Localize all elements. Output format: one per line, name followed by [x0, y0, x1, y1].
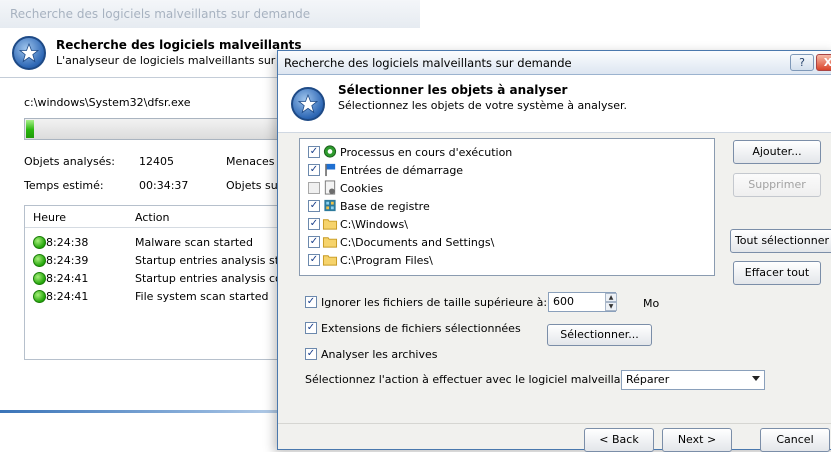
log-action: File system scan started — [135, 290, 269, 303]
suspicious-objects-label: Objets su — [226, 179, 278, 192]
dialog-header: Sélectionner les objets à analyser Sélec… — [278, 75, 831, 133]
estimated-time-label: Temps estimé: — [24, 179, 104, 192]
shield-star-icon — [12, 36, 46, 70]
archives-checkbox[interactable] — [305, 348, 317, 360]
dialog-title: Recherche des logiciels malveillants sur… — [284, 56, 572, 70]
stepper-up-icon[interactable]: ▲ — [605, 293, 617, 302]
archives-label: Analyser les archives — [321, 348, 438, 361]
threats-label: Menaces — [226, 155, 275, 168]
size-stepper[interactable]: ▲ ▼ — [605, 293, 617, 311]
estimated-time-value: 00:34:37 — [139, 179, 189, 192]
remove-button[interactable]: Supprimer — [733, 173, 821, 197]
program-files-checkbox[interactable] — [308, 254, 320, 266]
list-item-label: Cookies — [340, 182, 384, 195]
dialog-header-title: Sélectionner les objets à analyser — [338, 83, 568, 97]
log-time: 8:24:39 — [46, 254, 89, 267]
malware-action-select[interactable]: Réparer — [621, 370, 765, 390]
log-column-action[interactable]: Action — [135, 211, 169, 224]
documents-folder-checkbox[interactable] — [308, 236, 320, 248]
action-label: Sélectionnez l'action à effectuer avec l… — [305, 373, 632, 386]
dialog-titlebar[interactable]: Recherche des logiciels malveillants sur… — [278, 51, 831, 75]
success-icon — [33, 272, 46, 285]
list-item-label: C:\Program Files\ — [340, 254, 433, 267]
clear-all-button[interactable]: Effacer tout — [733, 261, 821, 285]
cookies-checkbox[interactable] — [308, 182, 320, 194]
log-time: 8:24:38 — [46, 236, 89, 249]
list-item-label: C:\Documents and Settings\ — [340, 236, 495, 249]
scanned-objects-value: 12405 — [139, 155, 174, 168]
success-icon — [33, 290, 46, 303]
log-time: 8:24:41 — [46, 272, 89, 285]
list-item-label: Entrées de démarrage — [340, 164, 464, 177]
extensions-label: Extensions de fichiers sélectionnées — [321, 322, 521, 335]
extensions-option[interactable]: Extensions de fichiers sélectionnées — [305, 321, 535, 337]
ignore-size-label: Ignorer les fichiers de taille supérieur… — [321, 296, 548, 309]
current-file-path: c:\windows\System32\dfsr.exe — [24, 96, 191, 109]
help-button[interactable]: ? — [790, 54, 814, 71]
scan-progress-fill — [26, 120, 34, 138]
extensions-checkbox[interactable] — [305, 322, 317, 334]
success-icon — [33, 236, 46, 249]
scan-objects-list[interactable]: Processus en cours d'exécution Entrées d… — [299, 138, 715, 276]
background-header-title: Recherche des logiciels malveillants — [56, 38, 302, 52]
registry-checkbox[interactable] — [308, 200, 320, 212]
folder-icon — [322, 255, 338, 266]
scan-objects-dialog: Recherche des logiciels malveillants sur… — [277, 50, 831, 452]
success-icon — [33, 254, 46, 267]
dialog-header-subtitle: Sélectionnez les objets de votre système… — [338, 99, 627, 112]
shield-star-icon — [291, 87, 325, 121]
next-button[interactable]: Next > — [662, 428, 732, 452]
dialog-body: Processus en cours d'exécution Entrées d… — [278, 133, 831, 452]
gear-icon — [323, 145, 337, 158]
processes-checkbox[interactable] — [308, 146, 320, 158]
background-window-title: Recherche des logiciels malveillants sur… — [0, 0, 420, 28]
ignore-size-option[interactable]: Ignorer les fichiers de taille supérieur… — [305, 295, 548, 311]
list-item-label: Base de registre — [340, 200, 430, 213]
windows-folder-checkbox[interactable] — [308, 218, 320, 230]
back-button[interactable]: < Back — [584, 428, 654, 452]
add-button[interactable]: Ajouter... — [733, 140, 821, 164]
select-extensions-button[interactable]: Sélectionner... — [547, 324, 652, 346]
folder-icon — [322, 237, 338, 248]
log-action: Malware scan started — [135, 236, 253, 249]
log-action: Startup entries analysis co — [135, 272, 282, 285]
startup-checkbox[interactable] — [308, 164, 320, 176]
select-all-button[interactable]: Tout sélectionner — [730, 229, 831, 253]
log-column-time[interactable]: Heure — [33, 211, 66, 224]
ignore-size-checkbox[interactable] — [305, 296, 317, 308]
list-item-label: C:\Windows\ — [340, 218, 408, 231]
footer-separator — [278, 423, 831, 424]
background-header-subtitle: L'analyseur de logiciels malveillants su… — [56, 54, 293, 67]
registry-icon — [324, 199, 336, 212]
cancel-button[interactable]: Cancel — [760, 428, 830, 452]
log-action: Startup entries analysis st — [135, 254, 280, 267]
folder-icon — [322, 219, 338, 230]
scanned-objects-label: Objets analysés: — [24, 155, 115, 168]
log-time: 8:24:41 — [46, 290, 89, 303]
malware-action-value: Réparer — [626, 373, 670, 386]
archives-option[interactable]: Analyser les archives — [305, 347, 465, 363]
size-unit-label: Mo — [643, 297, 660, 310]
cookie-icon — [324, 180, 336, 195]
flag-icon — [325, 163, 336, 177]
list-item-label: Processus en cours d'exécution — [340, 146, 513, 159]
stepper-down-icon[interactable]: ▼ — [605, 302, 617, 311]
chevron-down-icon — [752, 376, 760, 381]
close-button[interactable]: X — [816, 54, 831, 71]
